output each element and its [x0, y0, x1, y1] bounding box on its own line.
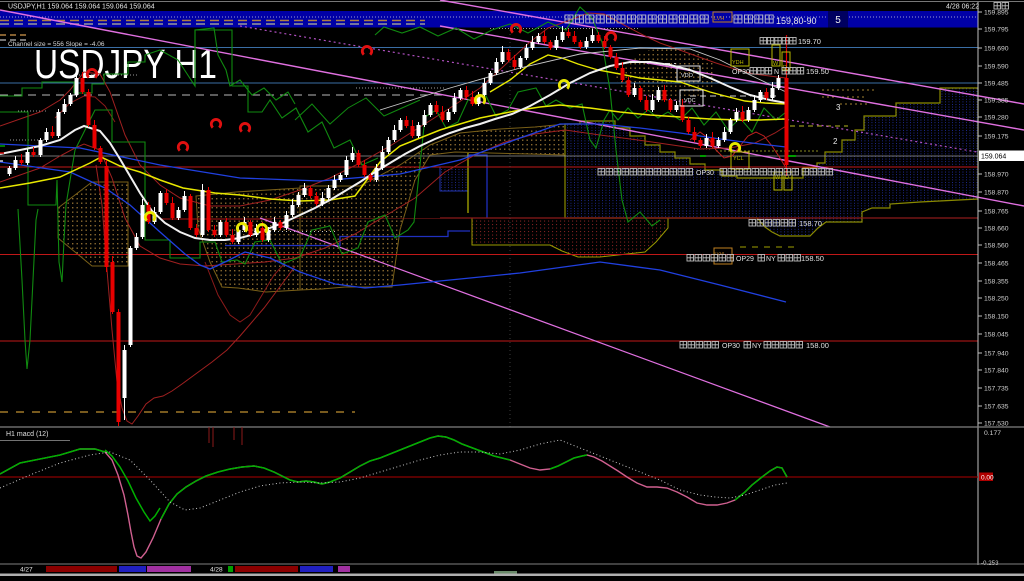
svg-text:158.355: 158.355: [984, 279, 1009, 286]
svg-text:Channel size = 556 Slope = -4.: Channel size = 556 Slope = -4.06: [8, 41, 105, 48]
svg-text:159.485: 159.485: [984, 81, 1009, 88]
svg-text:158.870: 158.870: [984, 190, 1009, 197]
svg-text:H1 macd (12): H1 macd (12): [6, 431, 48, 438]
svg-text:158.765: 158.765: [984, 209, 1009, 216]
svg-text:159.590: 159.590: [984, 64, 1009, 71]
svg-text:158.560: 158.560: [984, 243, 1009, 250]
svg-text:N: N: [774, 69, 779, 76]
svg-text:158.970: 158.970: [984, 172, 1009, 179]
svg-text:157.840: 157.840: [984, 368, 1009, 375]
svg-text:4/28: 4/28: [210, 567, 223, 574]
svg-text:157.735: 157.735: [984, 386, 1009, 393]
svg-text:159.175: 159.175: [984, 134, 1009, 141]
svg-text:5: 5: [835, 15, 841, 26]
svg-text:159.795: 159.795: [984, 27, 1009, 34]
svg-text:0.177: 0.177: [984, 430, 1001, 437]
svg-text:OP30: OP30: [732, 69, 750, 76]
svg-text:USDJPY,H1 159.064 159.064 159: USDJPY,H1 159.064 159.064 159.064 159.06…: [8, 4, 155, 11]
svg-text:W: W: [775, 175, 781, 181]
svg-text:157.940: 157.940: [984, 351, 1009, 358]
svg-text:159.690: 159.690: [984, 46, 1009, 53]
svg-text:YCL: YCL: [733, 156, 744, 162]
svg-text:0.00: 0.00: [981, 475, 994, 482]
svg-text:158.660: 158.660: [984, 226, 1009, 233]
svg-text:157.635: 157.635: [984, 404, 1009, 411]
svg-text:OP29: OP29: [736, 256, 754, 263]
svg-text:159.280: 159.280: [984, 115, 1009, 122]
svg-text:158.465: 158.465: [984, 261, 1009, 268]
svg-text:OP30: OP30: [696, 170, 714, 177]
svg-text:159.70: 159.70: [798, 37, 821, 46]
svg-text:159.064: 159.064: [981, 154, 1006, 161]
svg-text:YDH: YDH: [732, 60, 744, 66]
svg-text:158.045: 158.045: [984, 332, 1009, 339]
svg-text:LVHL: LVHL: [715, 251, 726, 256]
svg-text:D: D: [785, 175, 789, 181]
svg-text:158.150: 158.150: [984, 314, 1009, 321]
svg-text:158.250: 158.250: [984, 296, 1009, 303]
svg-text:158.70: 158.70: [799, 219, 822, 228]
svg-text:NY: NY: [766, 256, 776, 263]
svg-text:NY: NY: [752, 343, 762, 350]
svg-text:159,80-90: 159,80-90: [776, 16, 817, 26]
svg-text:4/28 06:22: 4/28 06:22: [946, 4, 979, 11]
svg-text:4/27: 4/27: [20, 567, 33, 574]
svg-text:159.895: 159.895: [984, 10, 1009, 17]
svg-text:W: W: [773, 61, 779, 67]
svg-text:158.00: 158.00: [806, 341, 829, 350]
svg-text:159.385: 159.385: [984, 98, 1009, 105]
svg-text:159.50: 159.50: [806, 67, 829, 76]
svg-text:158.50: 158.50: [801, 254, 824, 263]
svg-text:VDO: VDO: [681, 73, 694, 79]
svg-text:OP30: OP30: [722, 343, 740, 350]
svg-text:LVH: LVH: [714, 16, 724, 22]
svg-text:2: 2: [833, 137, 838, 146]
svg-text:3: 3: [836, 103, 841, 112]
svg-text:VDC: VDC: [684, 98, 696, 104]
